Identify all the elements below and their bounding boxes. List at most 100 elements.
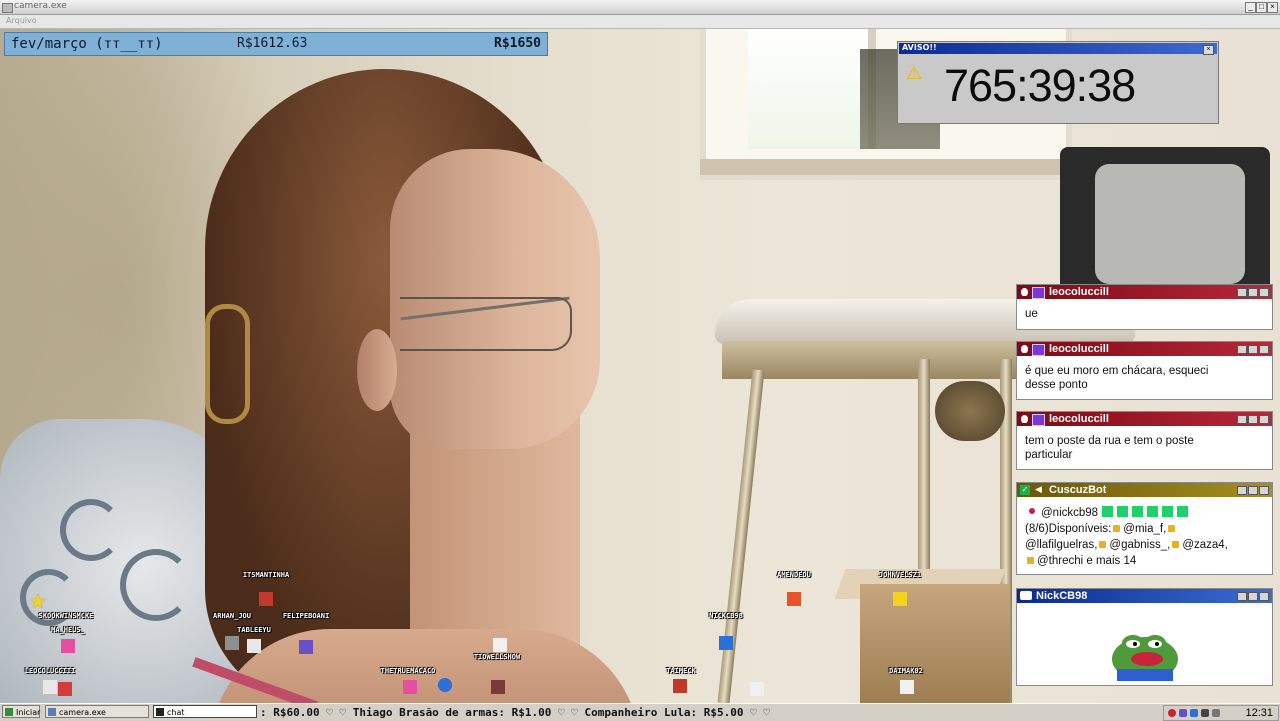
checkmark-badge-icon: ✓ xyxy=(1020,485,1030,495)
character-name: TAIMECK xyxy=(666,667,696,675)
pepe-mouth xyxy=(1131,652,1163,666)
chat-username: leocoluccill xyxy=(1049,343,1109,355)
character-sprite xyxy=(225,636,239,650)
tray-app-icon[interactable] xyxy=(1179,709,1187,717)
character-sprite xyxy=(900,680,914,694)
pepe-pupil xyxy=(1155,642,1159,646)
chat-popup-header: leocoluccill xyxy=(1017,412,1272,426)
character-name: TIOWELLSHOW xyxy=(473,653,521,661)
chat-message-line: é que eu moro em chácara, esqueci xyxy=(1025,365,1209,377)
tray-app-icon[interactable] xyxy=(1190,709,1198,717)
maximize-icon[interactable] xyxy=(1248,345,1258,354)
green-square-icon xyxy=(1177,506,1189,517)
warning-icon: ⚠ xyxy=(906,63,923,83)
pepe-emote xyxy=(1112,635,1178,681)
chat-popup: NickCB98 xyxy=(1016,588,1273,686)
windows-icon xyxy=(5,708,13,716)
character-name: TABLEEYU xyxy=(237,626,271,634)
start-label: Iniciar xyxy=(16,708,41,717)
maximize-icon[interactable] xyxy=(1248,415,1258,424)
rent-goal-amount: R$1650 xyxy=(494,36,541,51)
character-name: ITSMANTINHA xyxy=(242,571,290,579)
chat-username: NickCB98 xyxy=(1036,590,1088,602)
taskbar-clock: 12:31 xyxy=(1245,707,1273,719)
volume-icon[interactable] xyxy=(1212,709,1220,717)
green-square-icon xyxy=(1102,506,1114,517)
character-sprite xyxy=(719,636,733,650)
bot-user: @mia_f, xyxy=(1123,523,1167,535)
minimize-icon[interactable] xyxy=(1237,486,1247,495)
character-sprite xyxy=(403,680,417,694)
bot-mention-line: @nickcb98 xyxy=(1029,506,1189,520)
start-button[interactable]: Iniciar xyxy=(2,705,40,718)
green-square-icon xyxy=(1132,506,1144,517)
maximize-icon[interactable] xyxy=(1248,592,1258,601)
wrench-badge-icon xyxy=(1020,591,1032,600)
lock-icon xyxy=(1172,541,1180,548)
chat-message-line: particular xyxy=(1025,449,1073,461)
lock-icon xyxy=(1027,557,1034,564)
character-name: SKOOKWINSMCKE xyxy=(38,612,94,620)
character-sprite xyxy=(58,682,72,696)
bot-mention: @nickcb98 xyxy=(1041,507,1099,519)
character-name: FELIPEBOANI xyxy=(282,612,330,620)
task-chat-label: chat xyxy=(167,708,185,717)
character-sprite xyxy=(299,640,313,654)
chat-popup-header: NickCB98 xyxy=(1017,589,1272,603)
taskbar: Iniciar camera.exe chat : R$60.00 ♡ ♡ Th… xyxy=(0,703,1280,721)
subscriber-badge-icon xyxy=(1032,344,1045,356)
maximize-icon[interactable] xyxy=(1248,486,1258,495)
character-sprite xyxy=(673,679,687,693)
camera-icon xyxy=(48,708,56,716)
character-name: LEOCOLUCCIII xyxy=(24,667,76,675)
chat-popup: leocoluccill ue xyxy=(1016,284,1273,330)
bot-user: @llafilguelras, xyxy=(1025,539,1098,551)
lock-icon xyxy=(1113,525,1121,532)
close-icon[interactable]: × xyxy=(1203,45,1214,55)
character-sprite xyxy=(259,592,273,606)
aviso-window: AVISO!! × ⚠ 765:39:38 xyxy=(897,41,1219,124)
aviso-title: AVISO!! xyxy=(902,43,937,52)
chat-popup: leocoluccill é que eu moro em chácara, e… xyxy=(1016,341,1273,400)
tray-app-icon[interactable] xyxy=(1201,709,1209,717)
bot-available-line: (8/6)Disponíveis: @mia_f, xyxy=(1025,522,1178,536)
star-icon: ★ xyxy=(29,591,47,613)
minimize-icon[interactable] xyxy=(1237,345,1247,354)
aviso-titlebar: AVISO!! × xyxy=(899,43,1217,55)
character-sprite xyxy=(491,680,505,694)
bot-users-line: @threchi e mais 14 xyxy=(1025,554,1136,568)
bot-user: @threchi e mais 14 xyxy=(1037,555,1137,567)
chat-username: CuscuzBot xyxy=(1049,484,1107,496)
character-sprite xyxy=(787,592,801,606)
character-name: ARHAN_JOU xyxy=(213,612,251,620)
character-sprite xyxy=(43,680,57,694)
chat-popup-header: leocoluccill xyxy=(1017,342,1272,356)
character-sprite xyxy=(893,592,907,606)
chat-message-line: desse ponto xyxy=(1025,379,1088,391)
minimize-icon[interactable] xyxy=(1237,415,1247,424)
chat-message: ue xyxy=(1025,308,1038,320)
close-icon[interactable] xyxy=(1259,592,1269,601)
character-sprite xyxy=(493,638,507,652)
character-name: AMENDEDU xyxy=(777,571,811,579)
minimize-icon[interactable] xyxy=(1237,288,1247,297)
character-name: JOHNVELSZ1 xyxy=(878,571,922,579)
task-camera-label: camera.exe xyxy=(59,708,106,717)
close-icon[interactable] xyxy=(1259,345,1269,354)
maximize-icon[interactable] xyxy=(1248,288,1258,297)
pin-icon xyxy=(1029,508,1035,514)
lock-icon xyxy=(1168,525,1176,532)
close-icon[interactable] xyxy=(1259,486,1269,495)
close-icon[interactable] xyxy=(1259,288,1269,297)
task-camera[interactable]: camera.exe xyxy=(45,705,149,718)
character-name: THETRUEMACACO xyxy=(380,667,436,675)
rent-goal-bar: fev/março (ᴛᴛ__ᴛᴛ) R$1612.63 R$1650 xyxy=(4,32,548,56)
tray-record-icon[interactable] xyxy=(1168,709,1176,717)
minimize-icon[interactable] xyxy=(1237,592,1247,601)
bot-users-line: @llafilguelras, @gabniss_, @zaza4, xyxy=(1025,538,1228,552)
task-chat[interactable]: chat xyxy=(153,705,257,718)
close-icon[interactable] xyxy=(1259,415,1269,424)
bot-available-label: (8/6)Disponíveis: xyxy=(1025,523,1112,535)
countdown-timer: 765:39:38 xyxy=(944,60,1136,111)
drop-badge-icon xyxy=(1021,345,1028,353)
